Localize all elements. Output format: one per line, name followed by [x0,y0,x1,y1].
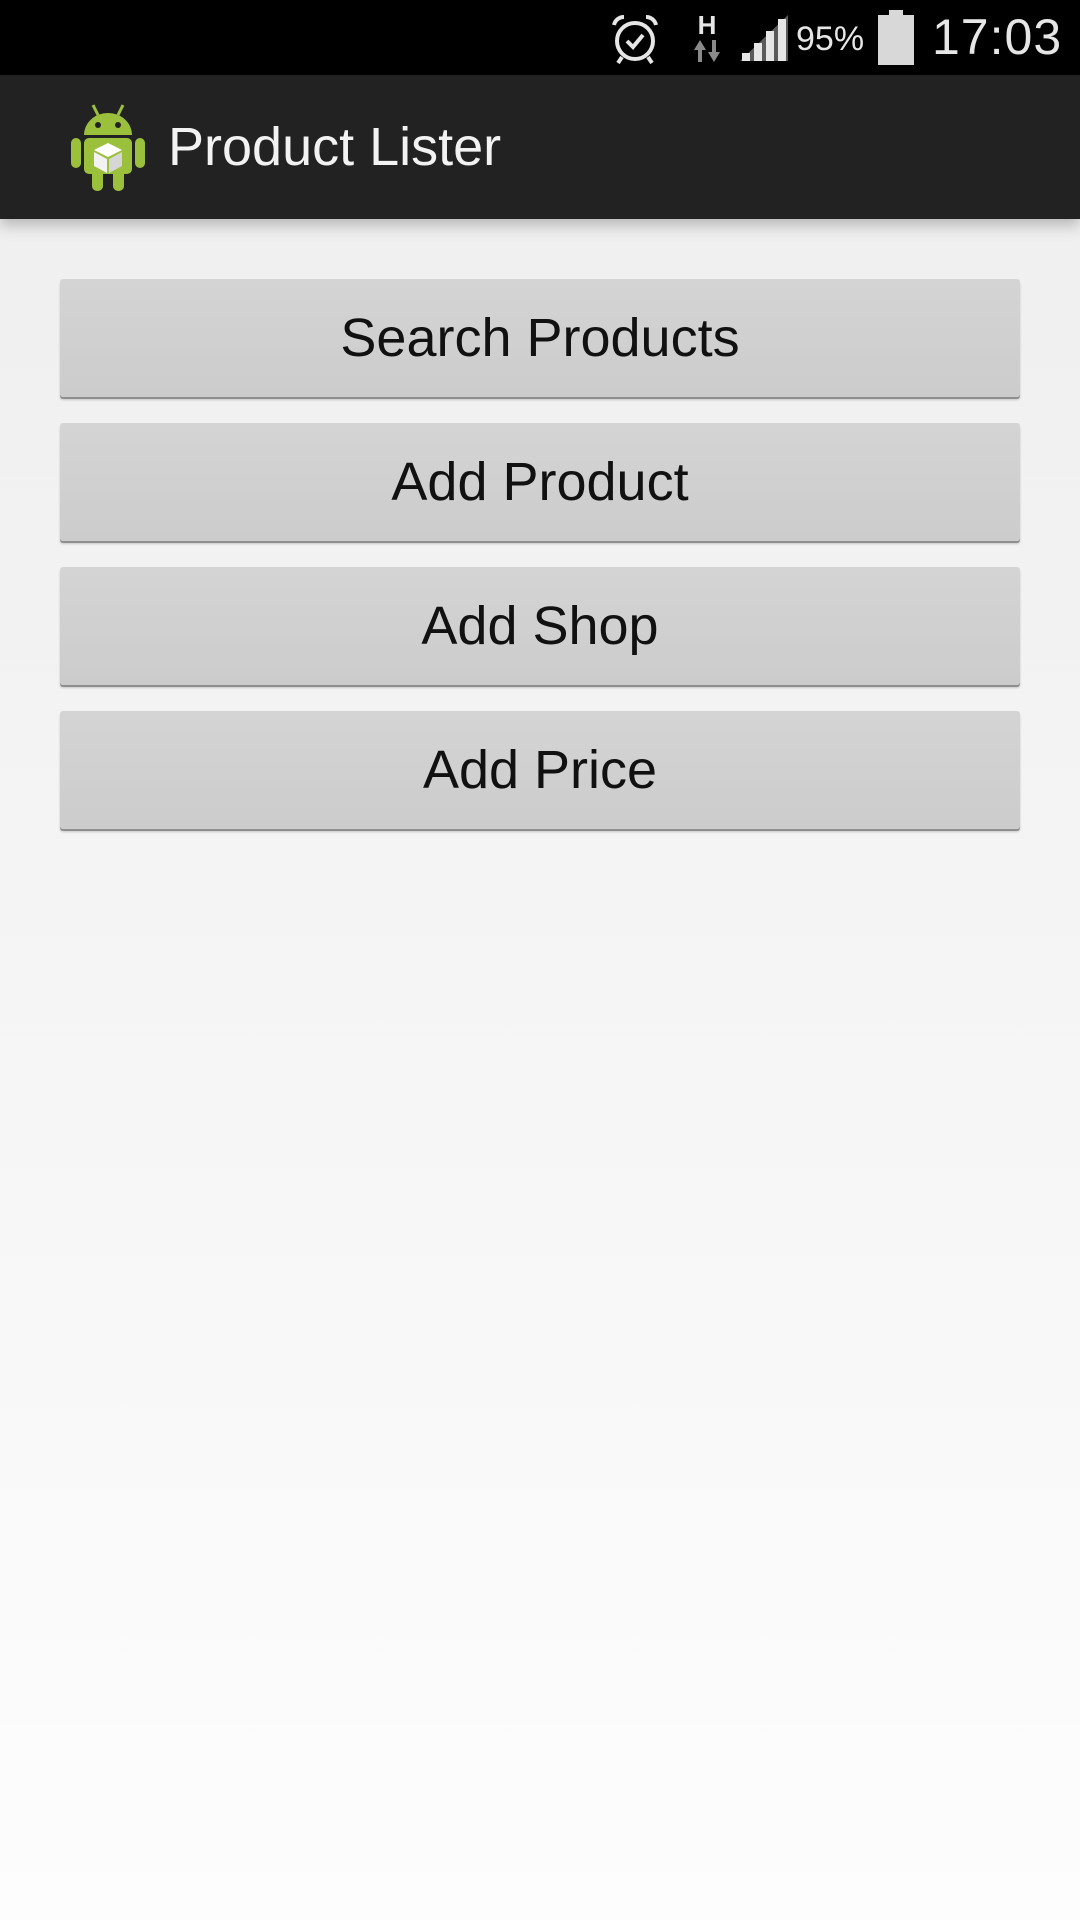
add-product-button[interactable]: Add Product [60,423,1020,541]
battery-percent: 95% [796,20,865,58]
alarm-icon [608,0,662,75]
add-price-button[interactable]: Add Price [60,711,1020,829]
battery-icon [876,0,916,75]
action-bar: Product Lister [0,75,1080,219]
signal-icon [738,0,790,75]
network-h-icon: H [690,0,724,75]
clock-time: 17:03 [932,9,1063,65]
status-bar: H 95% 17:03 [0,0,1080,75]
main-content: Search Products Add Product Add Shop Add… [60,279,1020,855]
network-type-label: H [698,10,717,40]
app-title: Product Lister [168,117,502,177]
add-shop-button[interactable]: Add Shop [60,567,1020,685]
android-box-icon[interactable] [68,101,148,193]
search-products-button[interactable]: Search Products [60,279,1020,397]
